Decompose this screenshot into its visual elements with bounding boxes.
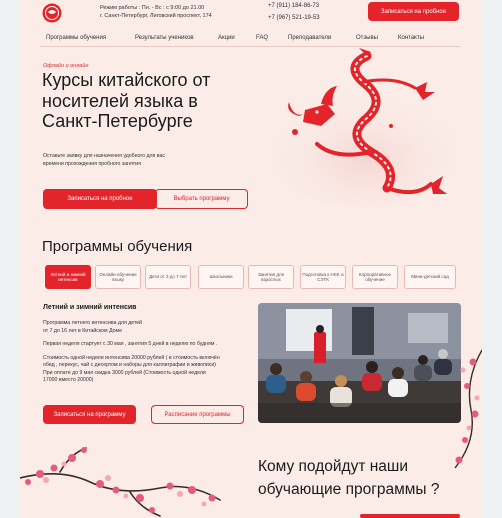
hero-title-line: Курсы китайского от <box>42 70 211 90</box>
program-text-line: Первая неделя стартует с 30 мая , заняти… <box>43 341 218 348</box>
nav-item-programs[interactable]: Программы обучения <box>46 35 106 41</box>
program-signup-button[interactable]: Записаться на программу <box>43 405 136 424</box>
audience-heading: Кому подойдут наши обучающие программы ? <box>258 455 439 501</box>
tab-kids-3-7[interactable]: Дети от 3 до 7 лет <box>145 265 191 289</box>
tab-schoolchildren[interactable]: Школьники <box>198 265 244 289</box>
nav-item-teachers[interactable]: Преподаватели <box>288 35 331 41</box>
audience-heading-line: обучающие программы ? <box>258 481 440 498</box>
phone-2[interactable]: +7 (967) 521-19-53 <box>268 15 320 21</box>
program-schedule-button[interactable]: Расписание программы <box>151 405 244 424</box>
audience-heading-line: Кому подойдут наши <box>258 458 409 475</box>
address: г. Санкт-Петербург, Лиговский проспект, … <box>100 13 212 19</box>
header-trial-button[interactable]: Записаться на пробное <box>368 2 459 21</box>
program-text-line: Стоимость одной недели интенсива 20000 р… <box>43 354 220 361</box>
hero-subtitle-line: Оставьте заявку для назначения удобного … <box>43 153 165 159</box>
tab-online[interactable]: Онлайн-обучение языку <box>95 265 141 289</box>
dragon-illustration <box>270 48 460 208</box>
cherry-blossom-illustration <box>20 438 250 518</box>
nav-divider <box>40 46 460 47</box>
hero-title-line: носителей языка в <box>42 90 198 111</box>
nav-item-contacts[interactable]: Контакты <box>398 35 424 41</box>
landing-page: Режим работы : Пн. - Вс : с 9:00 до 21.0… <box>20 0 482 518</box>
tab-kindergarten[interactable]: Мини-детский сад <box>404 265 456 289</box>
audience-accent-bar <box>360 514 460 518</box>
nav-item-results[interactable]: Результаты учеников <box>135 35 194 41</box>
logo-icon[interactable] <box>42 3 62 23</box>
program-text-line: обед , перекус, чай с десертом и наборы … <box>43 362 216 369</box>
nav-item-faq[interactable]: FAQ <box>256 35 268 41</box>
programs-heading: Программы обучения <box>42 238 193 255</box>
cherry-branch-right <box>425 340 482 470</box>
program-text-line: Программа летнего интенсива для детей <box>43 320 143 326</box>
program-card-title: Летний и зимний интенсив <box>43 304 137 311</box>
tab-hsk[interactable]: Подготовка к HSK и СЭТК <box>300 265 346 289</box>
nav-item-promotions[interactable]: Акции <box>218 35 235 41</box>
program-text-line: 17000 вместо 20000) <box>43 377 94 384</box>
nav-item-reviews[interactable]: Отзывы <box>356 35 378 41</box>
program-text-line: При оплате до 9 мая скидка 3000 рублей (… <box>43 369 206 376</box>
hero-title-line: Санкт-Петербурге <box>42 111 193 131</box>
hero-choose-program-button[interactable]: Выбрать программу <box>155 189 248 209</box>
program-text-line: от 7 до 16 лет в Китайском Доме <box>43 327 122 334</box>
hero-subtitle-line: времени прохождения пробного занятия <box>43 160 141 167</box>
hero-eyebrow: Офлайн и онлайн <box>43 63 89 69</box>
hero-subtitle: Оставьте заявку для назначения удобного … <box>43 153 165 168</box>
tab-corporate[interactable]: Корпоративное обучение <box>352 265 398 289</box>
hero-trial-button[interactable]: Записаться на пробное <box>43 189 157 209</box>
program-description: Программа летнего интенсива для детей от… <box>43 320 271 385</box>
phone-1[interactable]: +7 (911) 184-86-73 <box>268 3 319 9</box>
working-hours: Режим работы : Пн. - Вс : с 9:00 до 21.0… <box>100 5 205 11</box>
tab-adults[interactable]: Занятия для взрослых <box>248 265 294 289</box>
hero-title: Курсы китайского от носителей языка в Са… <box>42 70 210 132</box>
tab-intensive[interactable]: Летний и зимний интенсив <box>45 265 91 289</box>
